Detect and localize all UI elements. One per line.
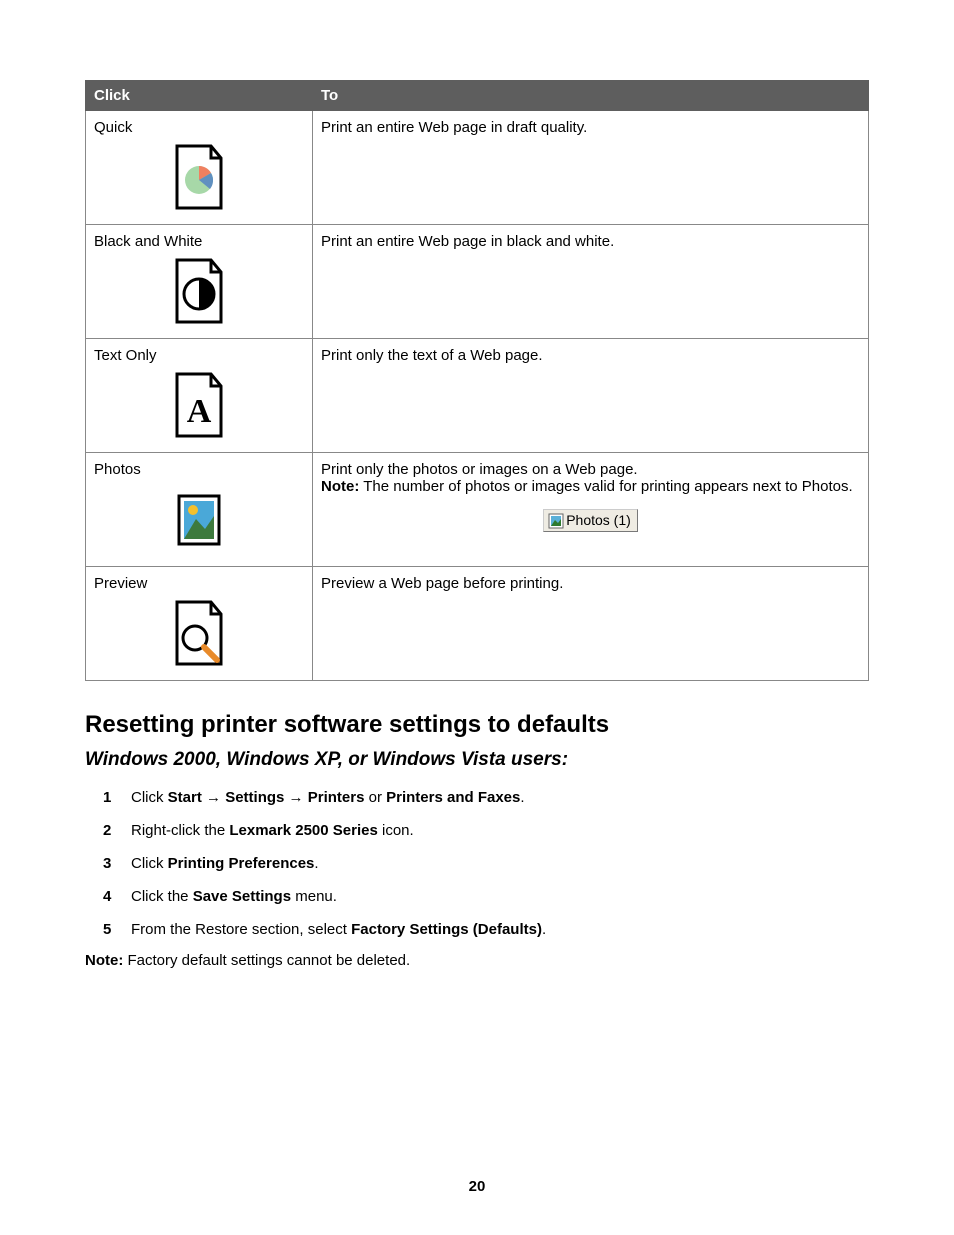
table-row: Photos Print only the photos or images o… [86,453,869,567]
print-options-table: Click To Quick Print an entire Web page [85,80,869,681]
preview-label: Preview [94,575,304,592]
step-2: Right-click the Lexmark 2500 Series icon… [113,820,869,841]
photos-desc: Print only the photos or images on a Web… [321,461,860,478]
photos-count-badge: Photos (1) [543,509,638,532]
preview-desc: Preview a Web page before printing. [313,567,869,681]
quick-icon [94,142,304,216]
table-row: Text Only A Print only the text of a Web… [86,339,869,453]
svg-text:A: A [187,393,212,430]
text-label: Text Only [94,347,304,364]
step-5: From the Restore section, select Factory… [113,919,869,940]
subsection-heading: Windows 2000, Windows XP, or Windows Vis… [85,749,869,771]
quick-desc: Print an entire Web page in draft qualit… [313,111,869,225]
bw-label: Black and White [94,233,304,250]
quick-label: Quick [94,119,304,136]
table-row: Black and White Print an entire Web page… [86,225,869,339]
photos-note: Note: The number of photos or images val… [321,478,860,495]
steps-list: Click Start → Settings → Printers or Pri… [85,787,869,940]
step-1: Click Start → Settings → Printers or Pri… [113,787,869,808]
preview-icon [94,598,304,672]
table-row: Preview Preview a Web page before printi… [86,567,869,681]
header-to: To [313,81,869,111]
black-white-icon [94,256,304,330]
header-click: Click [86,81,313,111]
page-number: 20 [0,1178,954,1195]
text-only-icon: A [94,370,304,444]
step-3: Click Printing Preferences. [113,853,869,874]
bottom-note: Note: Factory default settings cannot be… [85,952,869,969]
photos-icon [94,484,304,558]
text-desc: Print only the text of a Web page. [313,339,869,453]
section-heading: Resetting printer software settings to d… [85,711,869,739]
table-row: Quick Print an entire Web page in draft … [86,111,869,225]
photos-label: Photos [94,461,304,478]
bw-desc: Print an entire Web page in black and wh… [313,225,869,339]
step-4: Click the Save Settings menu. [113,886,869,907]
